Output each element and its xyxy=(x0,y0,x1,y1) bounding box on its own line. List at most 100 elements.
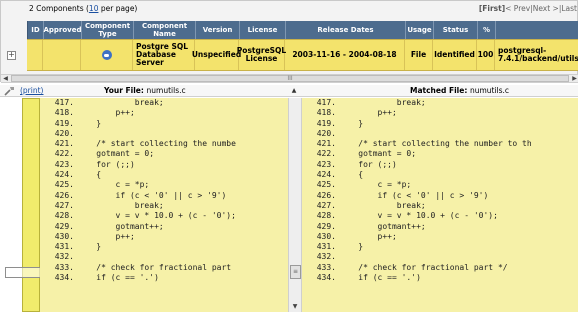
row-percent: 100 xyxy=(477,40,495,70)
col-approved[interactable]: Approved xyxy=(43,21,82,39)
line-number: 418. xyxy=(316,108,336,118)
code-line: 424. { xyxy=(302,170,578,180)
line-number: 425. xyxy=(54,180,74,190)
matched-file-name: numutils.c xyxy=(469,86,510,95)
line-number: 432. xyxy=(54,252,74,262)
line-number: 427. xyxy=(54,200,74,210)
code-line: 427. break; xyxy=(302,201,578,211)
line-text: } xyxy=(77,118,102,128)
code-line: 417. break; xyxy=(302,98,578,108)
code-line: 418. p++; xyxy=(40,108,288,118)
line-number: 428. xyxy=(54,211,74,221)
scroll-left-icon[interactable]: ◀ xyxy=(1,75,10,82)
horizontal-scroll-thumb[interactable]: III xyxy=(11,75,569,82)
expand-row-button[interactable]: + xyxy=(7,51,16,60)
line-text: p++; xyxy=(77,108,135,118)
code-line: 426. if (c < '0' || c > '9') xyxy=(302,191,578,201)
vertical-scroll-thumb[interactable]: ≡ xyxy=(290,265,301,279)
code-line: 428. v = v * 10.0 + (c - '0'); xyxy=(40,211,288,221)
line-number: 421. xyxy=(54,139,74,149)
row-version: Unspecified xyxy=(192,40,241,70)
code-line: 424. { xyxy=(40,170,288,180)
line-text: c = *p; xyxy=(77,180,150,190)
pager-next[interactable]: Next > xyxy=(533,4,559,13)
line-text: /* check for fractional part */ xyxy=(339,262,508,272)
line-text: break; xyxy=(77,98,164,107)
line-text: gotmant++; xyxy=(77,221,164,231)
your-file-name: numutils.c xyxy=(146,86,186,95)
per-page-suffix: per page) xyxy=(98,4,138,13)
vertical-scrollbar[interactable]: ≡ ▼ xyxy=(288,98,302,312)
line-text: } xyxy=(339,118,364,128)
code-line: 430. p++; xyxy=(302,232,578,242)
code-line: 422. gotmant = 0; xyxy=(302,149,578,159)
code-line: 431. } xyxy=(302,242,578,252)
pager-prev[interactable]: < Prev xyxy=(505,4,530,13)
col-release-dates[interactable]: Release Dates xyxy=(286,21,406,39)
diff-header: (print) Your File: numutils.c ▲ Matched … xyxy=(0,85,578,97)
line-number: 432. xyxy=(316,252,336,262)
scroll-right-icon[interactable]: ▶ xyxy=(570,75,578,82)
line-text: /* start collecting the number to th xyxy=(339,139,532,149)
line-text: gotmant++; xyxy=(339,221,426,231)
line-number: 431. xyxy=(316,242,336,252)
col-path xyxy=(496,21,578,39)
match-minimap[interactable] xyxy=(22,98,40,312)
line-number: 430. xyxy=(54,231,74,241)
component-row[interactable]: Postgre SQL Database Server Unspecified … xyxy=(27,39,578,71)
line-number: 425. xyxy=(316,180,336,190)
col-status[interactable]: Status xyxy=(434,21,478,39)
row-license[interactable]: PostgreSQL License xyxy=(237,40,286,70)
line-text: { xyxy=(77,170,102,180)
line-text: break; xyxy=(339,200,426,210)
row-usage: File xyxy=(405,40,433,70)
wrench-icon[interactable] xyxy=(4,86,15,96)
code-line: 417. break; xyxy=(40,98,288,108)
col-version[interactable]: Version xyxy=(196,21,240,39)
code-line: 432. xyxy=(40,252,288,262)
components-summary: 2 Components (10 per page) xyxy=(29,4,137,13)
col-component-type[interactable]: Component Type xyxy=(82,21,134,39)
col-percent[interactable]: % xyxy=(478,21,496,39)
your-file-code: 417. break; 418. p++; 419. } 420. 421. /* st… xyxy=(40,98,288,312)
col-usage[interactable]: Usage xyxy=(406,21,434,39)
code-line: 428. v = v * 10.0 + (c - '0'); xyxy=(302,211,578,221)
scroll-up-icon[interactable]: ▲ xyxy=(289,85,299,96)
line-number: 423. xyxy=(54,159,74,169)
line-number: 426. xyxy=(54,190,74,200)
line-number: 422. xyxy=(54,149,74,159)
col-component-name[interactable]: Component Name xyxy=(134,21,196,39)
line-number: 427. xyxy=(316,200,336,210)
col-license[interactable]: License xyxy=(240,21,286,39)
line-text: v = v * 10.0 + (c - '0'); xyxy=(339,211,498,221)
line-text: gotmant = 0; xyxy=(77,149,155,159)
code-line: 433. /* check for fractional part xyxy=(40,263,288,273)
components-panel: 2 Components (10 per page) [First]< Prev… xyxy=(0,0,578,83)
horizontal-scrollbar[interactable]: ◀ III ▶ xyxy=(1,74,578,83)
line-number: 431. xyxy=(54,242,74,252)
col-id[interactable]: ID xyxy=(28,21,44,39)
row-approved xyxy=(43,40,81,70)
line-text: break; xyxy=(77,200,164,210)
line-number: 417. xyxy=(54,98,74,107)
line-number: 421. xyxy=(316,139,336,149)
matched-file-code: 417. break; 418. p++; 419. } 420. 421. /* st… xyxy=(302,98,578,312)
line-text: /* check for fractional part xyxy=(77,262,232,272)
code-line: 418. p++; xyxy=(302,108,578,118)
line-number: 419. xyxy=(54,118,74,128)
components-table-header: ID Approved Component Type Component Nam… xyxy=(27,21,578,39)
line-number: 434. xyxy=(316,273,336,283)
pagination: [First]< Prev|Next >|Last xyxy=(479,4,577,13)
pager-last[interactable]: |Last xyxy=(559,4,577,13)
your-file-label: Your File: xyxy=(104,86,144,95)
line-number: 429. xyxy=(316,221,336,231)
print-link[interactable]: (print) xyxy=(20,86,43,95)
scroll-down-icon[interactable]: ▼ xyxy=(289,302,301,312)
line-number: 426. xyxy=(316,190,336,200)
line-number: 424. xyxy=(316,170,336,180)
code-line: 431. } xyxy=(40,242,288,252)
pager-first[interactable]: [First] xyxy=(479,4,505,13)
code-line: 419. } xyxy=(302,119,578,129)
code-line: 426. if (c < '0' || c > '9') xyxy=(40,191,288,201)
row-name[interactable]: Postgre SQL Database Server xyxy=(133,40,195,70)
